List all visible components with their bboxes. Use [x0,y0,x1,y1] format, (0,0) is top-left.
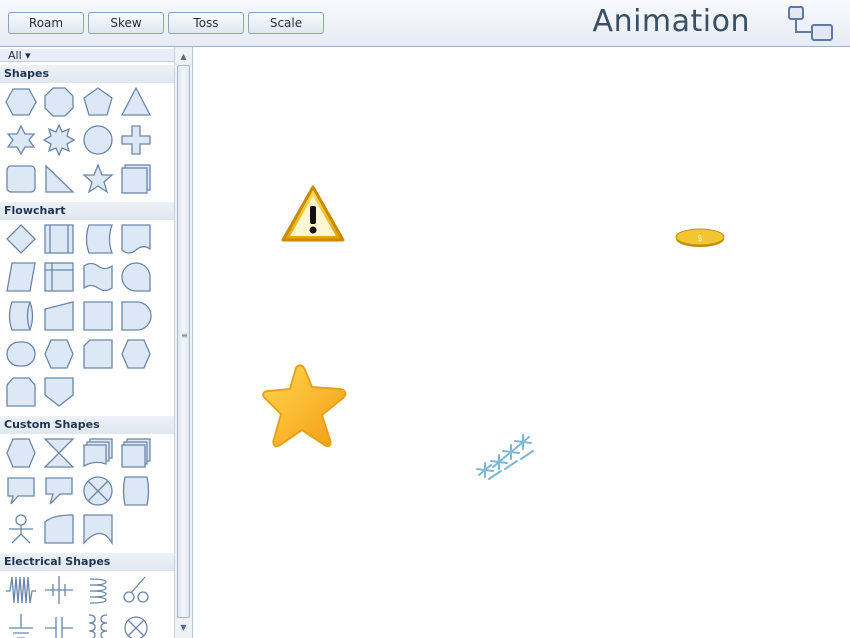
callout-icon[interactable] [42,474,76,508]
manual-input-icon[interactable] [42,299,76,333]
predefined-process-icon[interactable] [42,222,76,256]
svg-text:$: $ [697,234,703,244]
category-header-custom-shapes[interactable]: Custom Shapes [0,416,174,434]
ground-icon[interactable] [4,611,38,638]
app-title: Animation [592,4,750,39]
stacked-pages-icon[interactable] [119,436,153,470]
rounded-rectangle-icon[interactable] [4,162,38,196]
scroll-down-icon[interactable]: ▼ [177,622,190,634]
crossing-wire-icon[interactable] [42,573,76,607]
star-icon[interactable] [260,362,350,450]
drawing-canvas[interactable]: $ [193,47,850,638]
roam-button[interactable]: Roam [8,12,84,34]
grip-icon: ≡ [181,331,188,340]
shape-library: All ▾ Shapes Flowchart Custom Shapes Ele… [0,47,193,638]
toss-button[interactable]: Toss [168,12,244,34]
document-icon[interactable] [119,222,153,256]
wave-card-icon[interactable] [81,512,115,546]
off-page-reference-icon[interactable] [42,375,76,409]
data-icon[interactable] [4,260,38,294]
sidebar-scrollbar[interactable]: ▲ ≡ ▼ [174,47,192,638]
circle-icon[interactable] [81,123,115,157]
punched-tape-icon[interactable] [81,260,115,294]
category-filter-dropdown[interactable]: All ▾ [0,49,174,62]
preparation-icon[interactable] [42,337,76,371]
inductor-icon[interactable] [81,573,115,607]
stacked-square-icon[interactable] [119,162,153,196]
scroll-thumb[interactable]: ≡ [177,65,190,618]
stick-figure-icon[interactable] [4,512,38,546]
category-header-flowchart[interactable]: Flowchart [0,202,174,220]
five-point-star-icon[interactable] [81,162,115,196]
triangle-icon[interactable] [119,85,153,119]
curved-panel-icon[interactable] [42,512,76,546]
warning-sign-icon[interactable] [280,184,346,244]
switch-icon[interactable] [119,573,153,607]
loop-limit-icon[interactable] [4,375,38,409]
card-icon[interactable] [81,299,115,333]
off-page-connector-icon[interactable] [81,337,115,371]
capacitor-icon[interactable] [42,611,76,638]
cross-icon[interactable] [119,123,153,157]
coin-icon[interactable]: $ [674,228,726,248]
tab-shape-icon[interactable] [119,474,153,508]
scale-button[interactable]: Scale [248,12,324,34]
right-triangle-icon[interactable] [42,162,76,196]
snowflakes-icon[interactable] [471,431,541,483]
transformer-icon[interactable] [81,611,115,638]
sequential-data-icon[interactable] [119,260,153,294]
octagon-icon[interactable] [42,85,76,119]
delay-icon[interactable] [119,299,153,333]
category-header-shapes[interactable]: Shapes [0,65,174,83]
hexagon-icon[interactable] [4,85,38,119]
display-icon[interactable] [119,337,153,371]
hexagon-custom-icon[interactable] [4,436,38,470]
internal-storage-icon[interactable] [42,260,76,294]
diagram-connector-icon [788,6,833,41]
speech-bubble-icon[interactable] [4,474,38,508]
pentagon-icon[interactable] [81,85,115,119]
eight-point-star-icon[interactable] [42,123,76,157]
collate-icon[interactable] [42,436,76,470]
toolbar: Roam Skew Toss Scale Animation [0,0,850,47]
terminator-icon[interactable] [4,337,38,371]
six-point-star-icon[interactable] [4,123,38,157]
scroll-up-icon[interactable]: ▲ [177,51,190,63]
category-header-electrical-shapes[interactable]: Electrical Shapes [0,553,174,571]
fuse-icon[interactable] [4,573,38,607]
multi-document-icon[interactable] [81,436,115,470]
stored-data-icon[interactable] [81,222,115,256]
decision-icon[interactable] [4,222,38,256]
summing-junction-icon[interactable] [81,474,115,508]
lamp-icon[interactable] [119,611,153,638]
skew-button[interactable]: Skew [88,12,164,34]
direct-data-icon[interactable] [4,299,38,333]
